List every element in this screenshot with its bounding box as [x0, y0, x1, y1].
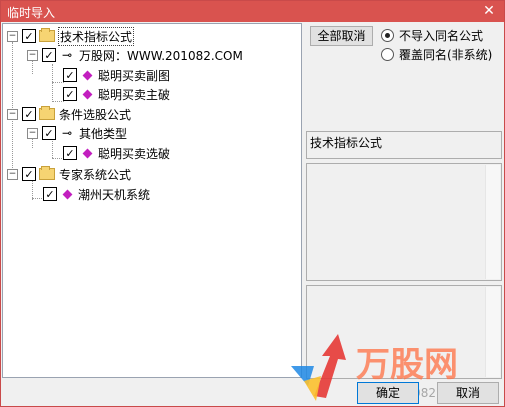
- checkbox[interactable]: ✓: [42, 126, 56, 140]
- radio-label: 不导入同名公式: [399, 29, 484, 43]
- tree-group-technical[interactable]: − ✓ 技术指标公式: [7, 26, 135, 46]
- tree-label: 万股网：WWW.201082.COM: [79, 48, 243, 63]
- tree-label: 专家系统公式: [59, 167, 132, 182]
- checkbox[interactable]: ✓: [42, 48, 56, 62]
- title-bar: 临时导入 ✕: [1, 1, 504, 22]
- radio-icon[interactable]: [381, 48, 394, 61]
- folder-icon: [39, 28, 55, 42]
- checkbox[interactable]: ✓: [63, 146, 77, 160]
- formula-icon: [80, 148, 94, 158]
- checkbox[interactable]: ✓: [43, 187, 57, 201]
- tree-label: 技术指标公式: [57, 26, 135, 46]
- tree-item[interactable]: ✓ 聪明买卖副图: [63, 66, 170, 84]
- folder-icon: [39, 166, 55, 180]
- formula-icon: [80, 89, 94, 99]
- tree-item[interactable]: ✓ 聪明买卖主破: [63, 85, 170, 103]
- formula-tree[interactable]: − ✓ 技术指标公式 − ✓ ⊸ 万股网：WWW.201082.COM ✓ 聪明…: [2, 23, 302, 378]
- tree-label: 聪明买卖副图: [98, 68, 171, 83]
- checkbox[interactable]: ✓: [63, 87, 77, 101]
- tree-label: 条件选股公式: [59, 107, 132, 122]
- scrollbar[interactable]: [485, 287, 500, 377]
- checkbox[interactable]: ✓: [22, 107, 36, 121]
- collapse-icon[interactable]: −: [7, 30, 18, 42]
- tree-label: 潮州天机系统: [78, 187, 151, 202]
- tree-label: 聪明买卖选破: [98, 146, 171, 161]
- selected-type-label: 技术指标公式: [306, 131, 502, 159]
- cancel-all-button[interactable]: 全部取消: [310, 26, 373, 46]
- tree-label: 聪明买卖主破: [98, 87, 171, 102]
- collapse-icon[interactable]: −: [27, 49, 38, 61]
- radio-skip-duplicates[interactable]: 不导入同名公式: [381, 27, 483, 44]
- folder-icon: [39, 106, 55, 120]
- close-icon[interactable]: ✕: [480, 2, 498, 20]
- formula-icon: [80, 70, 94, 80]
- collapse-icon[interactable]: −: [27, 127, 38, 139]
- radio-label: 覆盖同名(非系统): [399, 48, 493, 62]
- scrollbar[interactable]: [485, 165, 500, 279]
- tree-item[interactable]: ✓ 聪明买卖选破: [63, 144, 170, 162]
- formula-icon: [60, 189, 74, 199]
- import-dialog: 临时导入 ✕ − ✓ 技术指标公式 − ✓ ⊸ 万股网：WWW.201082.C…: [0, 0, 505, 407]
- tree-group-screening[interactable]: − ✓ 条件选股公式: [7, 105, 131, 123]
- formula-description-box[interactable]: [306, 163, 502, 281]
- formula-param-box[interactable]: [306, 285, 502, 379]
- tree-item[interactable]: ✓ 潮州天机系统: [43, 185, 150, 203]
- tree-label: 其他类型: [79, 126, 128, 141]
- radio-selected-icon[interactable]: [381, 29, 394, 42]
- cancel-button[interactable]: 取消: [437, 382, 499, 404]
- collapse-icon[interactable]: −: [7, 108, 18, 120]
- checkbox[interactable]: ✓: [63, 68, 77, 82]
- checkbox[interactable]: ✓: [22, 167, 36, 181]
- radio-overwrite[interactable]: 覆盖同名(非系统): [381, 46, 492, 63]
- key-icon: ⊸: [61, 48, 73, 62]
- key-icon: ⊸: [61, 126, 73, 140]
- confirm-button[interactable]: 确定: [357, 382, 419, 404]
- checkbox[interactable]: ✓: [22, 29, 36, 43]
- tree-group-expert[interactable]: − ✓ 专家系统公式: [7, 165, 131, 183]
- collapse-icon[interactable]: −: [7, 168, 18, 180]
- window-title: 临时导入: [7, 6, 56, 20]
- tree-node-other-types[interactable]: − ✓ ⊸ 其他类型: [27, 124, 127, 142]
- tree-node-wangu[interactable]: − ✓ ⊸ 万股网：WWW.201082.COM: [27, 46, 243, 64]
